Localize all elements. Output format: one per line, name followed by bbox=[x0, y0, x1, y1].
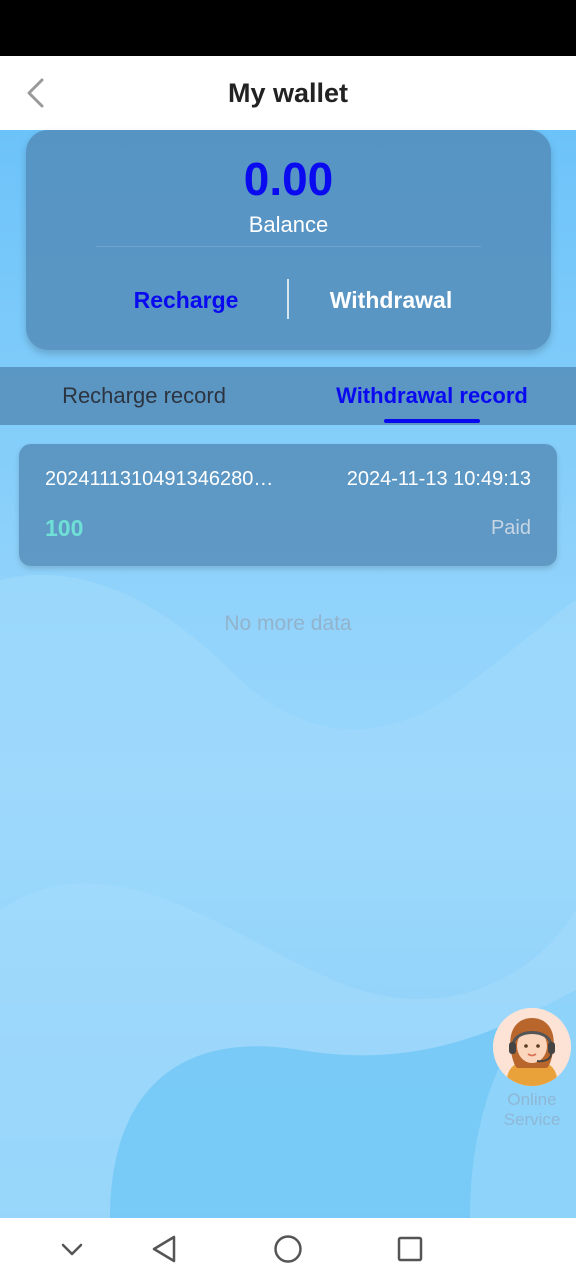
order-id: 2024111310491346280… bbox=[45, 468, 274, 490]
status-badge: Paid bbox=[490, 517, 531, 539]
page-title: My wallet bbox=[227, 78, 349, 108]
tab-withdrawal-record[interactable]: Withdrawal record bbox=[322, 367, 542, 425]
balance-label: Balance bbox=[248, 212, 329, 237]
record-tabs: Recharge record Withdrawal record bbox=[0, 367, 576, 425]
card-divider bbox=[96, 246, 481, 247]
balance-card: 0.00 Balance Recharge Withdrawal bbox=[26, 130, 551, 350]
back-triangle-icon[interactable] bbox=[145, 1229, 185, 1269]
online-service-label: Online Service bbox=[503, 1090, 561, 1129]
balance-amount: 0.00 bbox=[243, 153, 334, 205]
active-tab-indicator bbox=[384, 419, 480, 423]
record-time: 2024-11-13 10:49:13 bbox=[346, 468, 531, 490]
record-amount: 100 bbox=[45, 515, 84, 541]
home-circle-icon[interactable] bbox=[268, 1229, 308, 1269]
tab-recharge-record[interactable]: Recharge record bbox=[44, 367, 244, 425]
list-item[interactable]: 2024111310491346280… 2024-11-13 10:49:13… bbox=[19, 444, 557, 566]
system-navigation-bar bbox=[0, 1218, 576, 1280]
top-navbar: My wallet bbox=[0, 56, 576, 130]
withdrawal-button[interactable]: Withdrawal bbox=[316, 280, 466, 320]
customer-service-avatar-icon bbox=[493, 1008, 571, 1086]
online-service-button[interactable]: Online Service bbox=[492, 1008, 572, 1132]
recents-square-icon[interactable] bbox=[390, 1229, 430, 1269]
button-separator bbox=[287, 279, 289, 319]
chevron-down-icon[interactable] bbox=[52, 1229, 92, 1269]
recharge-button[interactable]: Recharge bbox=[106, 280, 266, 320]
no-more-data-label: No more data bbox=[224, 612, 352, 635]
status-bar bbox=[0, 0, 576, 56]
